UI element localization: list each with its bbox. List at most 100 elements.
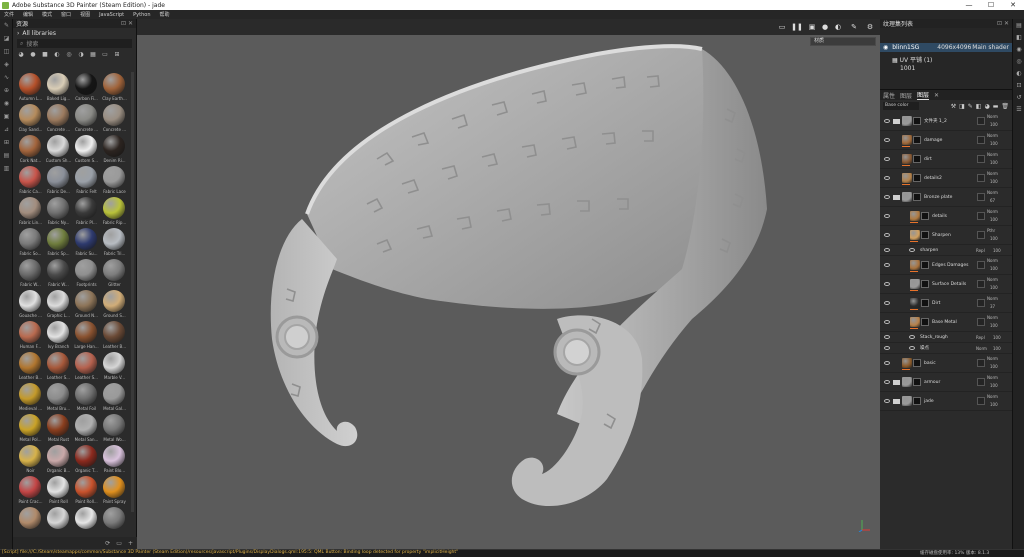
layer-opacity[interactable]: 100 <box>990 236 998 241</box>
uv-tile-row[interactable]: ▦ UV 平铺 (1) <box>892 55 932 64</box>
layer-blend-mode[interactable]: Norm <box>987 152 998 157</box>
filter-alphas-icon[interactable]: ⊞ <box>113 51 121 59</box>
visibility-eye-icon[interactable] <box>884 380 890 384</box>
filter-particles-icon[interactable]: ◎ <box>65 51 73 59</box>
export-icon[interactable]: ▥ <box>0 162 13 175</box>
visibility-eye-icon[interactable] <box>884 176 890 180</box>
layer-select-box[interactable] <box>977 174 985 182</box>
clone-icon[interactable]: ⊕ <box>0 84 13 97</box>
effect-blend-mode[interactable]: Repl <box>976 248 985 253</box>
close-button[interactable]: ✕ <box>1002 0 1024 10</box>
polygon-fill-icon[interactable]: ▣ <box>0 110 13 123</box>
delete-icon[interactable]: 🗑 <box>1001 103 1009 110</box>
refresh-icon[interactable]: ⟳ <box>105 540 110 547</box>
layer-opacity[interactable]: 100 <box>990 323 998 328</box>
material-item[interactable]: Custom Sh... <box>45 134 72 165</box>
filter-filters-icon[interactable]: ▦ <box>89 51 97 59</box>
layer-blend-mode[interactable]: Pthr <box>987 228 995 233</box>
visibility-eye-icon[interactable] <box>884 248 890 252</box>
material-item[interactable]: Fabric De... <box>45 165 72 196</box>
filter-environments-icon[interactable]: ▭ <box>101 51 109 59</box>
visibility-eye-icon[interactable] <box>884 361 890 365</box>
layer-opacity[interactable]: 67 <box>990 198 995 203</box>
camera-icon[interactable]: ▭ <box>777 22 787 32</box>
layer-row[interactable]: Sharpen Pthr 100 <box>880 226 1012 245</box>
shelf-search[interactable]: ⌕ 搜索 <box>17 39 132 48</box>
menu-window[interactable]: 窗口 <box>61 11 71 18</box>
menu-help[interactable]: 帮助 <box>160 11 170 18</box>
envmap-icon[interactable]: ● <box>820 22 830 32</box>
material-item[interactable]: Leather B... <box>101 320 128 351</box>
layer-blend-mode[interactable]: Norm <box>987 190 998 195</box>
material-item[interactable]: Paint Roll... <box>73 475 100 506</box>
smudge-icon[interactable]: ∿ <box>0 71 13 84</box>
material-item[interactable]: Graphic L... <box>45 289 72 320</box>
layer-blend-mode[interactable]: Norm <box>987 394 998 399</box>
material-item[interactable]: Leather S... <box>73 351 100 382</box>
layer-row[interactable]: Base Metal Norm 100 <box>880 313 1012 332</box>
layer-row[interactable]: details2 Norm 100 <box>880 169 1012 188</box>
layer-select-box[interactable] <box>977 117 985 125</box>
layer-opacity[interactable]: 100 <box>990 160 998 165</box>
material-item[interactable]: Leather B... <box>17 351 44 382</box>
effect-opacity[interactable]: 100 <box>993 335 1001 340</box>
material-item[interactable]: Fabric Pl... <box>73 196 100 227</box>
material-item[interactable]: Baked Lig... <box>45 72 72 103</box>
layer-opacity[interactable]: 100 <box>990 122 998 127</box>
filter-smart-materials-icon[interactable]: ● <box>29 51 37 59</box>
screenshot-icon[interactable]: ▣ <box>807 22 817 32</box>
layer-opacity[interactable]: 37 <box>990 304 995 309</box>
viewer-settings-icon[interactable]: ⊡ <box>1013 79 1024 91</box>
eye-icon[interactable]: ◉ <box>883 44 888 51</box>
material-item[interactable]: Marble V... <box>101 351 128 382</box>
material-item[interactable]: Metal Gal... <box>101 382 128 413</box>
material-item[interactable]: Metal Bru... <box>45 382 72 413</box>
material-item[interactable]: Glitter <box>101 258 128 289</box>
shelf-icon[interactable]: ▤ <box>0 149 13 162</box>
material-item[interactable]: Fabric Tri... <box>101 227 128 258</box>
layer-mask-thumbnail[interactable] <box>913 155 921 163</box>
tab-properties[interactable]: 属性 <box>883 91 895 100</box>
material-item[interactable]: Ground S... <box>101 289 128 320</box>
layer-select-box[interactable] <box>977 155 985 163</box>
material-item[interactable]: Metal San... <box>73 413 100 444</box>
layer-row[interactable]: Dirt Norm 37 <box>880 294 1012 313</box>
effect-opacity[interactable]: 100 <box>993 248 1001 253</box>
material-item[interactable]: Fabric Felt <box>73 165 100 196</box>
effect-blend-mode[interactable]: Repl <box>976 335 985 340</box>
layer-select-box[interactable] <box>977 261 985 269</box>
add-effect-icon[interactable]: ⚒ <box>951 103 956 110</box>
menu-view[interactable]: 视图 <box>80 11 90 18</box>
material-item[interactable]: Metal Wo... <box>101 413 128 444</box>
material-item[interactable]: Fabric Su... <box>73 227 100 258</box>
panel-menu-icon[interactable]: ⊡ ✕ <box>121 20 133 27</box>
layer-blend-mode[interactable]: Norm <box>987 209 998 214</box>
material-item[interactable]: Fabric Ca... <box>17 165 44 196</box>
close-icon[interactable]: ✕ <box>934 92 939 99</box>
material-item[interactable]: Metal Rust <box>45 413 72 444</box>
layer-mask-thumbnail[interactable] <box>913 117 921 125</box>
material-item[interactable] <box>45 506 72 537</box>
effect-opacity[interactable]: 100 <box>993 346 1001 351</box>
layer-mask-thumbnail[interactable] <box>913 193 921 201</box>
layer-select-box[interactable] <box>977 378 985 386</box>
layer-opacity[interactable]: 100 <box>990 217 998 222</box>
layer-blend-mode[interactable]: Norm <box>987 296 998 301</box>
jade-bracelet-model[interactable] <box>137 19 880 549</box>
visibility-eye-icon[interactable] <box>884 282 890 286</box>
layer-opacity[interactable]: 100 <box>990 402 998 407</box>
layer-opacity[interactable]: 100 <box>990 364 998 369</box>
material-item[interactable]: Custom S... <box>73 134 100 165</box>
layer-mask-thumbnail[interactable] <box>913 359 921 367</box>
material-item[interactable]: Fabric So... <box>17 227 44 258</box>
material-item[interactable]: Gouache ... <box>17 289 44 320</box>
panel-menu-icon[interactable]: ⊡ ✕ <box>997 20 1009 27</box>
library-selector[interactable]: › All libraries <box>13 28 136 38</box>
material-item[interactable]: Fabric Lin... <box>17 196 44 227</box>
layers-icon[interactable]: ◧ <box>1013 31 1024 43</box>
material-item[interactable]: Autumn L... <box>17 72 44 103</box>
channel-dropdown[interactable]: Base color <box>883 102 919 110</box>
material-item[interactable]: Organic B... <box>45 444 72 475</box>
new-folder-icon[interactable]: ▭ <box>116 540 122 547</box>
layer-mask-thumbnail[interactable] <box>921 231 929 239</box>
